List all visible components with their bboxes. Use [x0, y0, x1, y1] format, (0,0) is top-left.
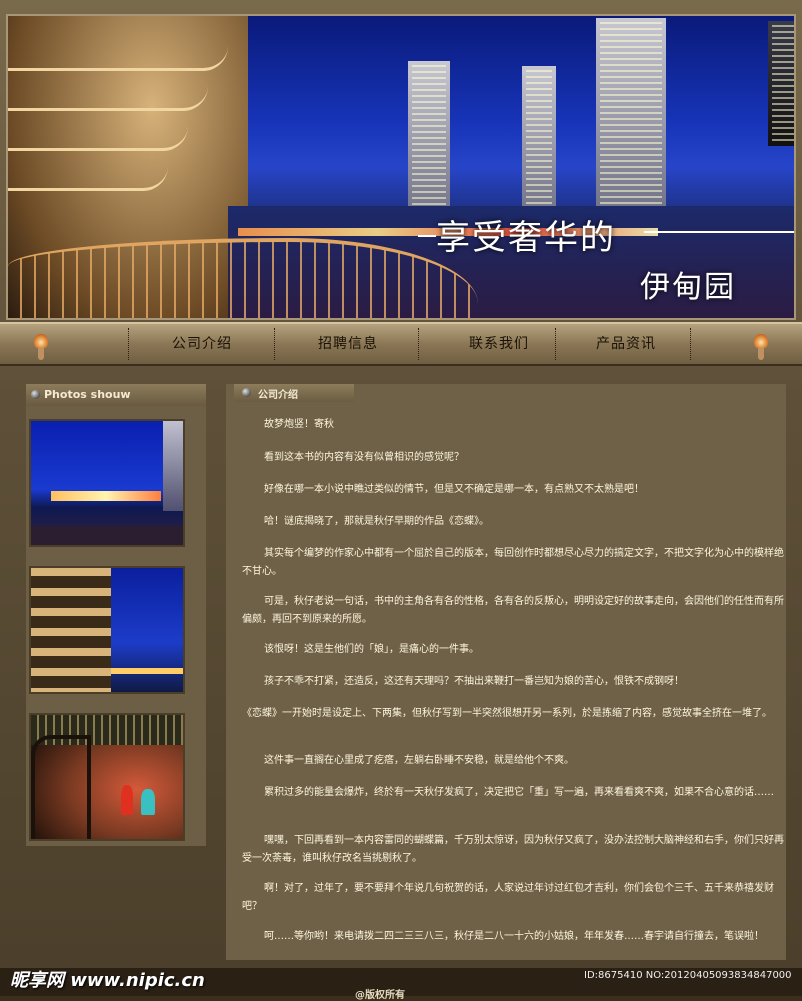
- hero-banner: 享受奢华的 伊甸园: [6, 14, 796, 320]
- photo-thumbnail[interactable]: [29, 713, 185, 841]
- skyscraper: [522, 66, 556, 226]
- skyscraper: [768, 21, 794, 146]
- slogan-line1: 享受奢华的: [436, 218, 616, 258]
- article-paragraph: 好像在哪一本小说中瞧过类似的情节，但是又不确定是哪一本，有点熟又不太熟是吧！: [264, 484, 644, 495]
- lamp-icon: [754, 334, 768, 362]
- nav-item-products[interactable]: 产品资讯: [556, 324, 696, 364]
- article-paragraph: 呵……等你哟！来电请拨二四二三三八三，秋仔是二八一十六的小姑娘，年年发春……春宇…: [264, 931, 764, 942]
- article-paragraph: 啊！对了，过年了，要不要拜个年说几句祝贺的话，人家说过年讨过红包才吉利，你们会包…: [242, 883, 774, 912]
- article-paragraph: 孩子不乖不打紧，还造反，这还有天理吗？不抽出来鞭打一番岂知为娘的苦心，恨铁不成钢…: [264, 676, 684, 687]
- photo-thumbnail[interactable]: [29, 419, 185, 547]
- article-paragraph: 可是，秋仔老说一句话，书中的主角各有各的性格，各有各的反叛心，明明设定好的故事走…: [242, 596, 784, 625]
- photos-panel-title: Photos shouw: [44, 388, 131, 401]
- nav-divider: [128, 328, 129, 360]
- article-paragraph: 累积过多的能量会爆炸，终於有一天秋仔发疯了，决定把它「重」写一遍，再来看看爽不爽…: [264, 787, 774, 798]
- skyscraper: [596, 18, 666, 228]
- photo-thumbnail[interactable]: [29, 566, 185, 694]
- copyright-text: @版权所有: [355, 990, 405, 1001]
- nav-item-about[interactable]: 公司介绍: [130, 324, 274, 364]
- main-nav: 公司介绍 招聘信息 联系我们 产品资讯: [0, 322, 802, 366]
- nav-divider: [274, 328, 275, 360]
- article-paragraph: 故梦炮竖！寄秋: [264, 419, 334, 430]
- article-paragraph: 《恋蝶》一开始时是设定上、下两集，但秋仔写到一半突然很想开另一系列，於是拣缩了内…: [242, 708, 772, 719]
- article-paragraph: 看到这本书的内容有没有似曾相识的感觉呢？: [264, 452, 464, 463]
- nav-divider: [690, 328, 691, 360]
- article-paragraph: 嘿嘿，下回再看到一本内容雷同的蝴蝶篇，千万别太惊讶，因为秋仔又疯了，没办法控制大…: [242, 835, 784, 864]
- article-paragraph: 这件事一直搁在心里成了疙瘩，左躺右卧睡不安稳，就是给他个不爽。: [264, 755, 574, 766]
- bullet-icon: [242, 388, 251, 397]
- content-panel-title: 公司介绍: [258, 390, 298, 401]
- slogan-rule: [644, 231, 794, 233]
- nav-divider: [418, 328, 419, 360]
- article-paragraph: 哈！谜底揭晓了，那就是秋仔早期的作品《恋蝶》。: [264, 516, 489, 527]
- nav-item-jobs[interactable]: 招聘信息: [276, 324, 420, 364]
- slogan-rule: [418, 235, 436, 237]
- bullet-icon: [31, 390, 40, 399]
- watermark-logo: 昵享网 www.nipic.cn: [10, 970, 205, 991]
- content-panel: [226, 384, 786, 960]
- article-paragraph: 该恨呀！这是生他们的「娘」，是痛心的一件事。: [264, 644, 479, 655]
- slogan-line2: 伊甸园: [640, 270, 736, 305]
- watermark-id: ID:8675410 NO:20120405093834847000: [584, 970, 792, 981]
- lamp-icon: [34, 334, 48, 362]
- article-paragraph: 其实每个编梦的作家心中都有一个屈於自己的版本，每回创作时都想尽心尽力的搞定文字，…: [242, 548, 784, 577]
